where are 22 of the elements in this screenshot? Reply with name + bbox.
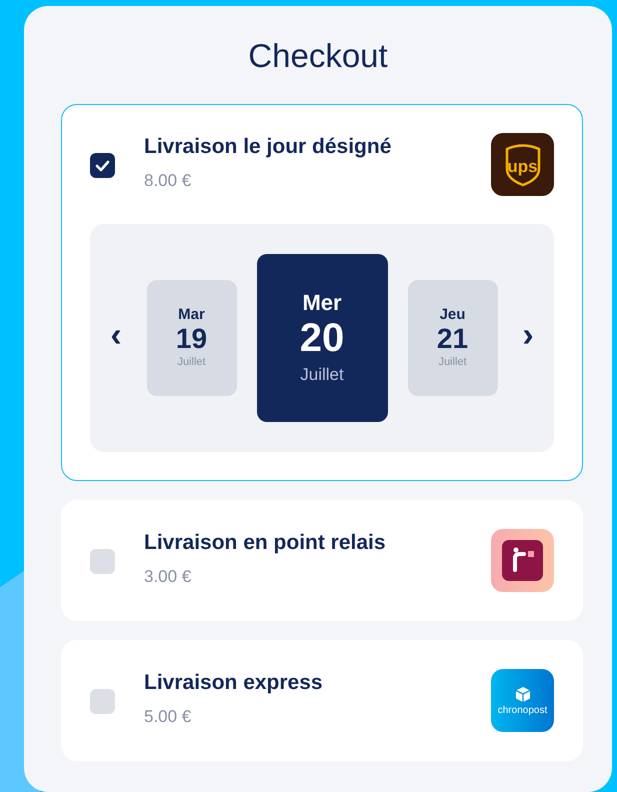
chronopost-logo: chronopost — [491, 669, 554, 732]
option-price: 3.00 € — [144, 566, 192, 588]
next-button[interactable]: › — [516, 318, 540, 358]
checkbox[interactable] — [90, 549, 115, 574]
checkbox[interactable] — [90, 689, 115, 714]
option-title: Livraison le jour désigné — [144, 134, 392, 160]
relay-point-logo — [491, 529, 554, 592]
option-title: Livraison express — [144, 670, 324, 696]
previous-button[interactable]: ‹ — [104, 318, 128, 358]
date-tile[interactable]: Jeu 21 Juillet — [408, 280, 498, 396]
date-tile[interactable]: Mar 19 Juillet — [146, 280, 236, 396]
checkmark-icon — [95, 160, 110, 172]
shipping-option-card[interactable]: Livraison en point relais 3.00 € — [61, 500, 583, 621]
checkbox[interactable] — [90, 153, 115, 178]
shipping-option-card[interactable]: Livraison express 5.00 € chronopost — [61, 640, 583, 761]
option-price: 5.00 € — [144, 706, 192, 728]
page-title: Checkout — [247, 38, 389, 74]
ups-logo: ups — [491, 133, 554, 196]
shipping-option-card[interactable]: Livraison le jour désigné 8.00 € ups ‹ Mar 19 Juillet Mer 20 Juillet Jeu 21 Juillet › — [61, 104, 583, 481]
option-price: 8.00 € — [144, 170, 192, 192]
date-tile[interactable]: Mer 20 Juillet — [256, 254, 388, 422]
option-title: Livraison en point relais — [144, 530, 387, 556]
